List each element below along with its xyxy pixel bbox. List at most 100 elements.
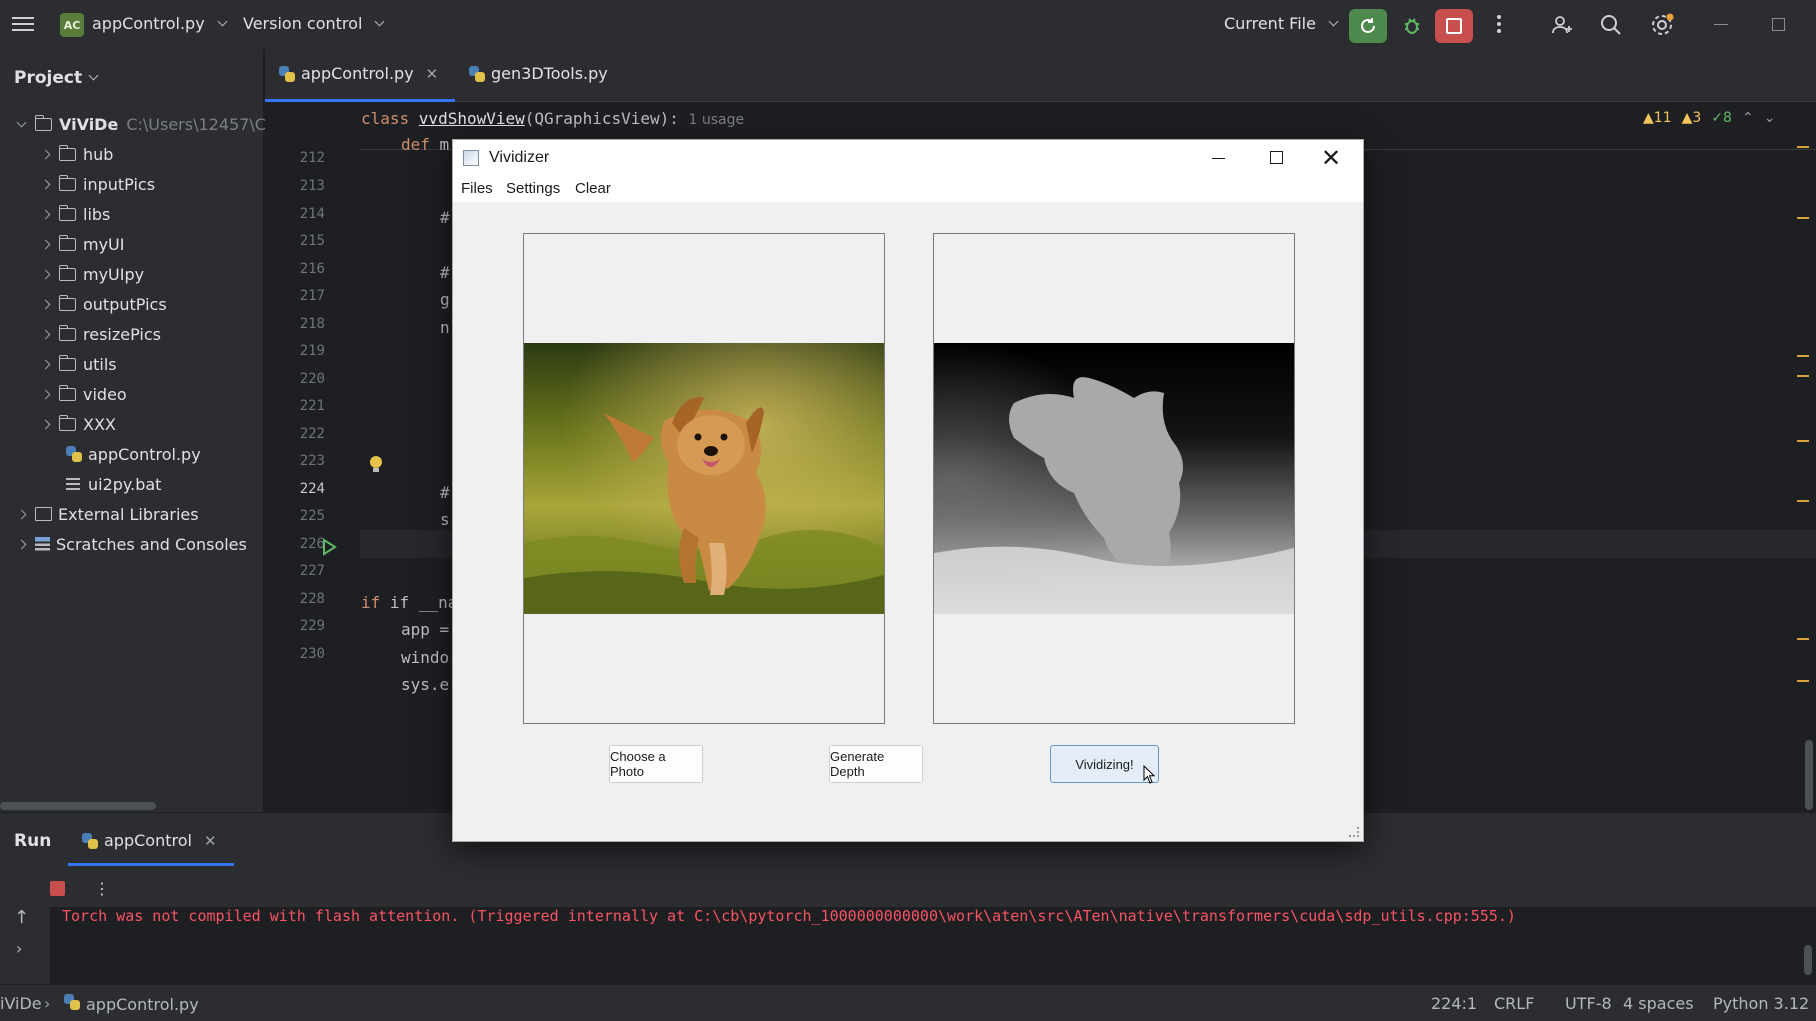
console-scrollbar[interactable] <box>1804 945 1812 975</box>
tree-folder[interactable]: outputPics <box>40 290 167 318</box>
vcs-selector[interactable]: Version control <box>243 14 385 33</box>
tree-folder[interactable]: resizePics <box>40 320 161 348</box>
run-tab-appcontrol[interactable]: appControl ✕ <box>82 831 217 850</box>
tree-file[interactable]: appControl.py <box>66 440 201 468</box>
folder-icon <box>58 354 76 371</box>
inspection-widget[interactable]: ▲11 ▲3 ✓8 ⌃ ⌄ <box>1643 110 1775 126</box>
tree-scratches[interactable]: Scratches and Consoles <box>16 530 247 558</box>
run-gutter-icon[interactable] <box>321 538 337 556</box>
tree-external-libraries[interactable]: External Libraries <box>16 500 199 528</box>
code-line[interactable]: windo <box>401 648 449 667</box>
python-interpreter[interactable]: Python 3.12 <box>1713 994 1809 1013</box>
caret-position[interactable]: 224:1 <box>1431 994 1477 1013</box>
tree-folder[interactable]: utils <box>40 350 117 378</box>
error-stripe-marker[interactable] <box>1797 638 1809 640</box>
error-stripe-marker[interactable] <box>1797 680 1809 682</box>
maximize-icon[interactable] <box>1270 151 1283 164</box>
line-number: 227 <box>299 563 325 579</box>
code-line[interactable]: class vvdShowView(QGraphicsView): 1 usag… <box>361 109 744 128</box>
code-line[interactable]: # <box>440 483 450 502</box>
chevron-right-icon[interactable]: › <box>16 939 22 958</box>
debug-button[interactable] <box>1397 11 1427 41</box>
choose-photo-button[interactable]: Choose a Photo <box>609 745 703 783</box>
project-title: Project <box>14 68 83 88</box>
tree-folder[interactable]: myUIpy <box>40 260 144 288</box>
menu-settings[interactable]: Settings <box>506 180 560 197</box>
tree-folder[interactable]: libs <box>40 200 110 228</box>
code-line[interactable]: n <box>440 318 450 337</box>
tab-appcontrol[interactable]: appControl.py ✕ <box>279 64 438 83</box>
code-line[interactable]: g <box>440 290 450 309</box>
menu-clear[interactable]: Clear <box>575 180 611 197</box>
vividizer-title-bar[interactable]: Vividizer ✕ <box>453 140 1363 176</box>
breadcrumb-file[interactable]: appControl.py <box>64 994 199 1014</box>
library-icon <box>35 507 52 521</box>
chevron-up-icon[interactable]: ⌃ <box>1742 110 1754 126</box>
close-icon[interactable]: ✕ <box>426 65 439 83</box>
code-line[interactable]: app = <box>401 620 449 639</box>
error-stripe-marker[interactable] <box>1797 440 1809 442</box>
generate-depth-button[interactable]: Generate Depth <box>829 745 923 783</box>
chevron-down-icon[interactable]: ⌄ <box>1764 110 1776 126</box>
error-stripe-marker[interactable] <box>1797 500 1809 502</box>
chevron-down-icon <box>16 117 27 127</box>
chevron-right-icon <box>40 179 51 189</box>
project-selector[interactable]: appControl.py <box>92 14 228 33</box>
project-view-selector[interactable]: Project <box>14 68 99 88</box>
error-stripe-marker[interactable] <box>1797 355 1809 357</box>
photo-view[interactable] <box>523 233 885 724</box>
vertical-scrollbar[interactable] <box>1805 740 1813 810</box>
file-encoding[interactable]: UTF-8 <box>1565 994 1612 1013</box>
warning-count: ▲11 <box>1643 110 1672 126</box>
depth-view[interactable] <box>933 233 1295 724</box>
code-line[interactable]: s <box>440 510 450 529</box>
breadcrumb-root[interactable]: iViDe <box>0 994 42 1013</box>
search-icon[interactable] <box>1597 11 1625 39</box>
arrow-up-icon[interactable]: ↑ <box>14 907 29 928</box>
error-stripe-marker[interactable] <box>1797 146 1809 148</box>
tree-file[interactable]: ui2py.bat <box>66 470 161 498</box>
vcs-label: Version control <box>243 14 363 33</box>
user-add-icon[interactable] <box>1548 11 1576 39</box>
stop-icon[interactable] <box>50 881 65 896</box>
window-restore-icon[interactable] <box>1772 18 1785 31</box>
more-actions-icon[interactable] <box>1494 12 1504 38</box>
usage-hint[interactable]: 1 usage <box>689 112 745 128</box>
console-output[interactable]: Torch was not compiled with flash attent… <box>50 907 1816 985</box>
code-line[interactable]: def m <box>401 135 449 154</box>
bug-icon <box>1405 18 1419 34</box>
close-icon[interactable]: ✕ <box>204 832 217 850</box>
python-file-icon <box>64 994 80 1010</box>
indent-setting[interactable]: 4 spaces <box>1623 994 1694 1013</box>
tree-folder[interactable]: XXX <box>40 410 116 438</box>
line-number: 222 <box>299 426 325 442</box>
tree-folder[interactable]: myUI <box>40 230 124 258</box>
settings-icon[interactable] <box>1648 11 1676 39</box>
tree-folder[interactable]: inputPics <box>40 170 155 198</box>
run-config-selector[interactable]: Current File <box>1224 14 1339 33</box>
error-stripe-marker[interactable] <box>1797 217 1809 219</box>
line-separator[interactable]: CRLF <box>1494 994 1534 1013</box>
window-minimize-icon[interactable] <box>1714 24 1728 25</box>
lightbulb-icon[interactable] <box>369 455 383 475</box>
tree-root[interactable]: ViViDe C:\Users\12457\C <box>16 110 266 138</box>
root-name: ViViDe <box>59 114 119 134</box>
main-menu-icon[interactable] <box>12 13 34 35</box>
tree-folder[interactable]: hub <box>40 140 113 168</box>
close-icon[interactable]: ✕ <box>1321 144 1341 172</box>
rerun-button[interactable] <box>1349 9 1387 43</box>
folder-icon <box>58 144 76 161</box>
tree-folder[interactable]: video <box>40 380 127 408</box>
chevron-right-icon <box>16 509 27 519</box>
resize-grip-icon[interactable] <box>1349 827 1359 837</box>
more-actions-icon[interactable]: ⋮ <box>94 879 110 898</box>
menu-files[interactable]: Files <box>461 180 493 197</box>
code-line[interactable]: # <box>440 263 450 282</box>
stop-button[interactable] <box>1435 9 1473 43</box>
code-line[interactable]: sys.e <box>401 675 449 694</box>
error-stripe-marker[interactable] <box>1797 375 1809 377</box>
tab-gen3dtools[interactable]: gen3DTools.py <box>469 64 608 83</box>
code-line[interactable]: # <box>440 208 450 227</box>
minimize-icon[interactable] <box>1212 158 1225 159</box>
horizontal-scrollbar[interactable] <box>0 802 156 810</box>
